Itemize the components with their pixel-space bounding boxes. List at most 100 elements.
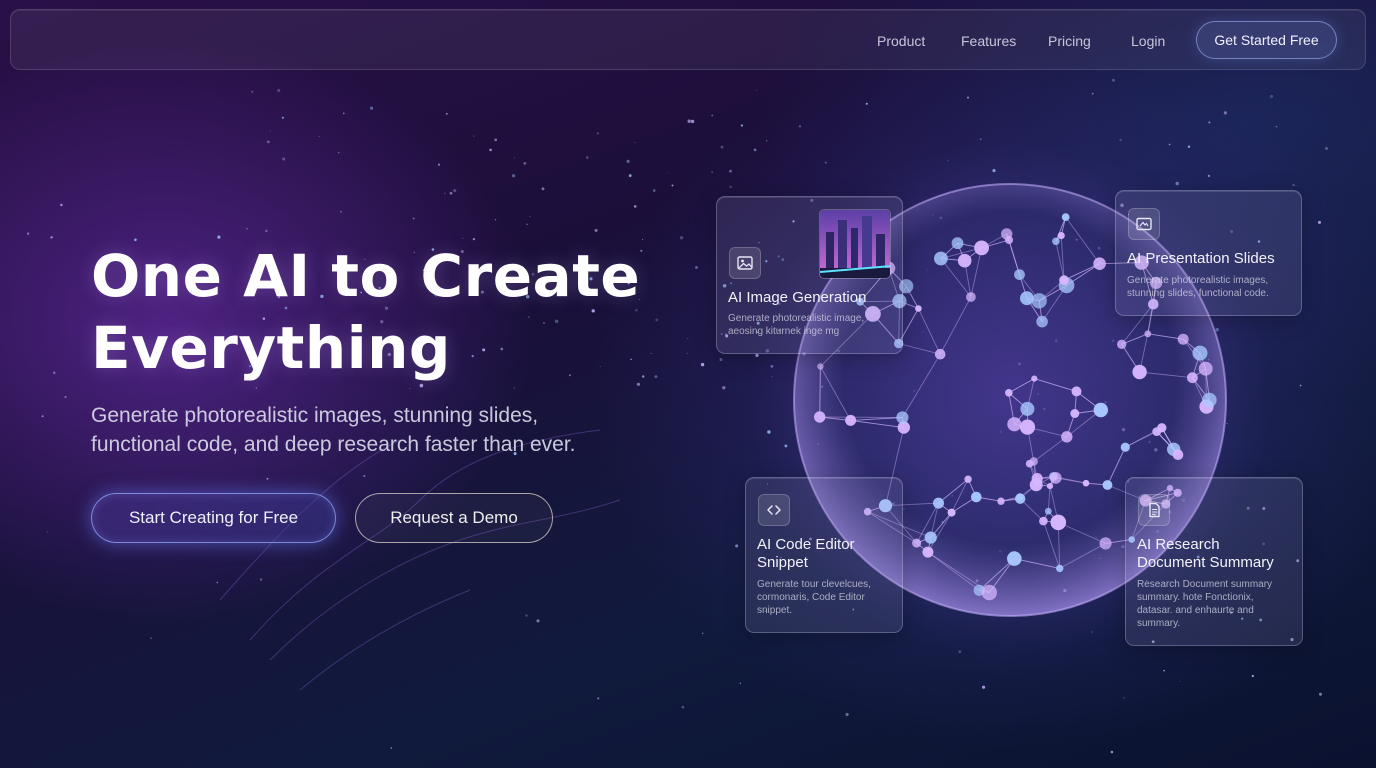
card-desc-line: Research Document summary: [1137, 579, 1273, 590]
nav-link-pricing[interactable]: Pricing: [1048, 33, 1091, 49]
card-title-line: AI Research: [1137, 536, 1220, 553]
card-code-editor[interactable]: AI Code Editor Snippet Generate tour cle…: [745, 477, 903, 633]
star: [340, 210, 342, 213]
star: [449, 191, 453, 195]
star: [1091, 92, 1094, 95]
star: [679, 236, 684, 240]
hero-subtitle-line1: Generate photorealistic images, stunning…: [91, 404, 539, 427]
star: [720, 145, 724, 149]
star: [695, 266, 698, 269]
network-node: [964, 475, 972, 483]
star: [511, 174, 516, 178]
network-node: [814, 411, 826, 423]
card-description: Generate photorealistic image, aeosing k…: [728, 312, 898, 338]
star: [711, 171, 713, 174]
card-description: Research Document summary summary. hote …: [1137, 578, 1302, 630]
star: [46, 531, 48, 533]
star: [150, 637, 152, 639]
network-node: [934, 348, 946, 360]
network-node: [1120, 442, 1130, 452]
card-image-generation[interactable]: AI Image Generation Generate photorealis…: [716, 196, 903, 354]
star: [41, 415, 44, 418]
hero-title-line1: One AI to Create: [91, 242, 641, 310]
top-navbar: Product Features Pricing Login Get Start…: [10, 9, 1366, 70]
network-node: [1056, 564, 1064, 573]
network-node: [1020, 401, 1035, 416]
star: [845, 712, 849, 717]
network-node: [1061, 213, 1070, 222]
star: [1110, 750, 1114, 754]
star: [652, 189, 656, 192]
network-node: [924, 531, 937, 544]
star: [216, 581, 219, 584]
star: [370, 106, 374, 110]
background-illustration: [27, 78, 1329, 754]
star: [1168, 143, 1171, 146]
request-demo-button[interactable]: Request a Demo: [355, 493, 553, 543]
star: [246, 228, 248, 230]
star: [453, 189, 457, 193]
star: [494, 138, 498, 142]
star: [966, 96, 970, 99]
network-node: [1202, 392, 1217, 408]
card-title: AI Code Editor Snippet: [757, 536, 899, 572]
star: [596, 132, 599, 135]
network-node: [1029, 478, 1043, 492]
network-node: [845, 414, 857, 426]
network-node: [957, 253, 972, 268]
star: [266, 140, 270, 144]
card-desc-line: Generate tour clevelcues,: [757, 579, 871, 590]
star: [687, 119, 691, 123]
star: [513, 387, 515, 389]
card-desc-line: Generate photorealistic images,: [1127, 275, 1269, 286]
hero-title: One AI to Create Everything: [91, 240, 691, 384]
card-desc-line: datasar. and enhaurte and: [1137, 605, 1254, 616]
network-node: [1192, 345, 1208, 361]
star: [700, 362, 705, 367]
card-description: Generate photorealistic images, stunning…: [1127, 274, 1299, 300]
star: [634, 141, 636, 144]
nav-link-product[interactable]: Product: [877, 33, 925, 49]
network-node: [933, 497, 944, 509]
network-node: [951, 237, 964, 250]
star: [681, 705, 685, 709]
card-presentation-slides[interactable]: AI Presentation Slides Generate photorea…: [1115, 190, 1302, 316]
nav-link-features[interactable]: Features: [961, 33, 1016, 49]
network-node: [1102, 480, 1113, 490]
star: [50, 236, 53, 239]
card-research-summary[interactable]: AI Research Document Summary Research Do…: [1125, 477, 1303, 646]
card-title-line: Document Summary: [1137, 554, 1274, 571]
image-icon: [729, 247, 761, 279]
star: [390, 747, 393, 749]
star: [633, 205, 637, 208]
document-icon: [1138, 494, 1170, 526]
network-node: [981, 584, 997, 601]
star: [1275, 125, 1278, 128]
network-node: [997, 497, 1005, 505]
star: [719, 358, 723, 362]
network-node: [1061, 431, 1073, 443]
star: [798, 125, 802, 128]
star: [27, 232, 30, 235]
network-node: [1049, 472, 1062, 484]
star: [594, 228, 598, 232]
star: [1179, 680, 1181, 682]
star: [982, 685, 986, 689]
city-thumbnail-image: [819, 209, 891, 279]
network-node: [1093, 402, 1109, 418]
star: [740, 124, 744, 127]
star: [536, 619, 540, 623]
star: [729, 169, 732, 173]
network-node: [1029, 457, 1038, 466]
network-node: [1039, 516, 1048, 526]
start-creating-button[interactable]: Start Creating for Free: [91, 493, 336, 543]
network-node: [1070, 409, 1080, 418]
get-started-button[interactable]: Get Started Free: [1196, 21, 1337, 59]
star: [1251, 674, 1254, 678]
nav-link-login[interactable]: Login: [1131, 33, 1165, 49]
network-node: [915, 305, 922, 312]
star: [525, 614, 528, 617]
star: [473, 135, 475, 137]
card-title: AI Presentation Slides: [1127, 250, 1275, 267]
network-node: [1172, 449, 1184, 461]
